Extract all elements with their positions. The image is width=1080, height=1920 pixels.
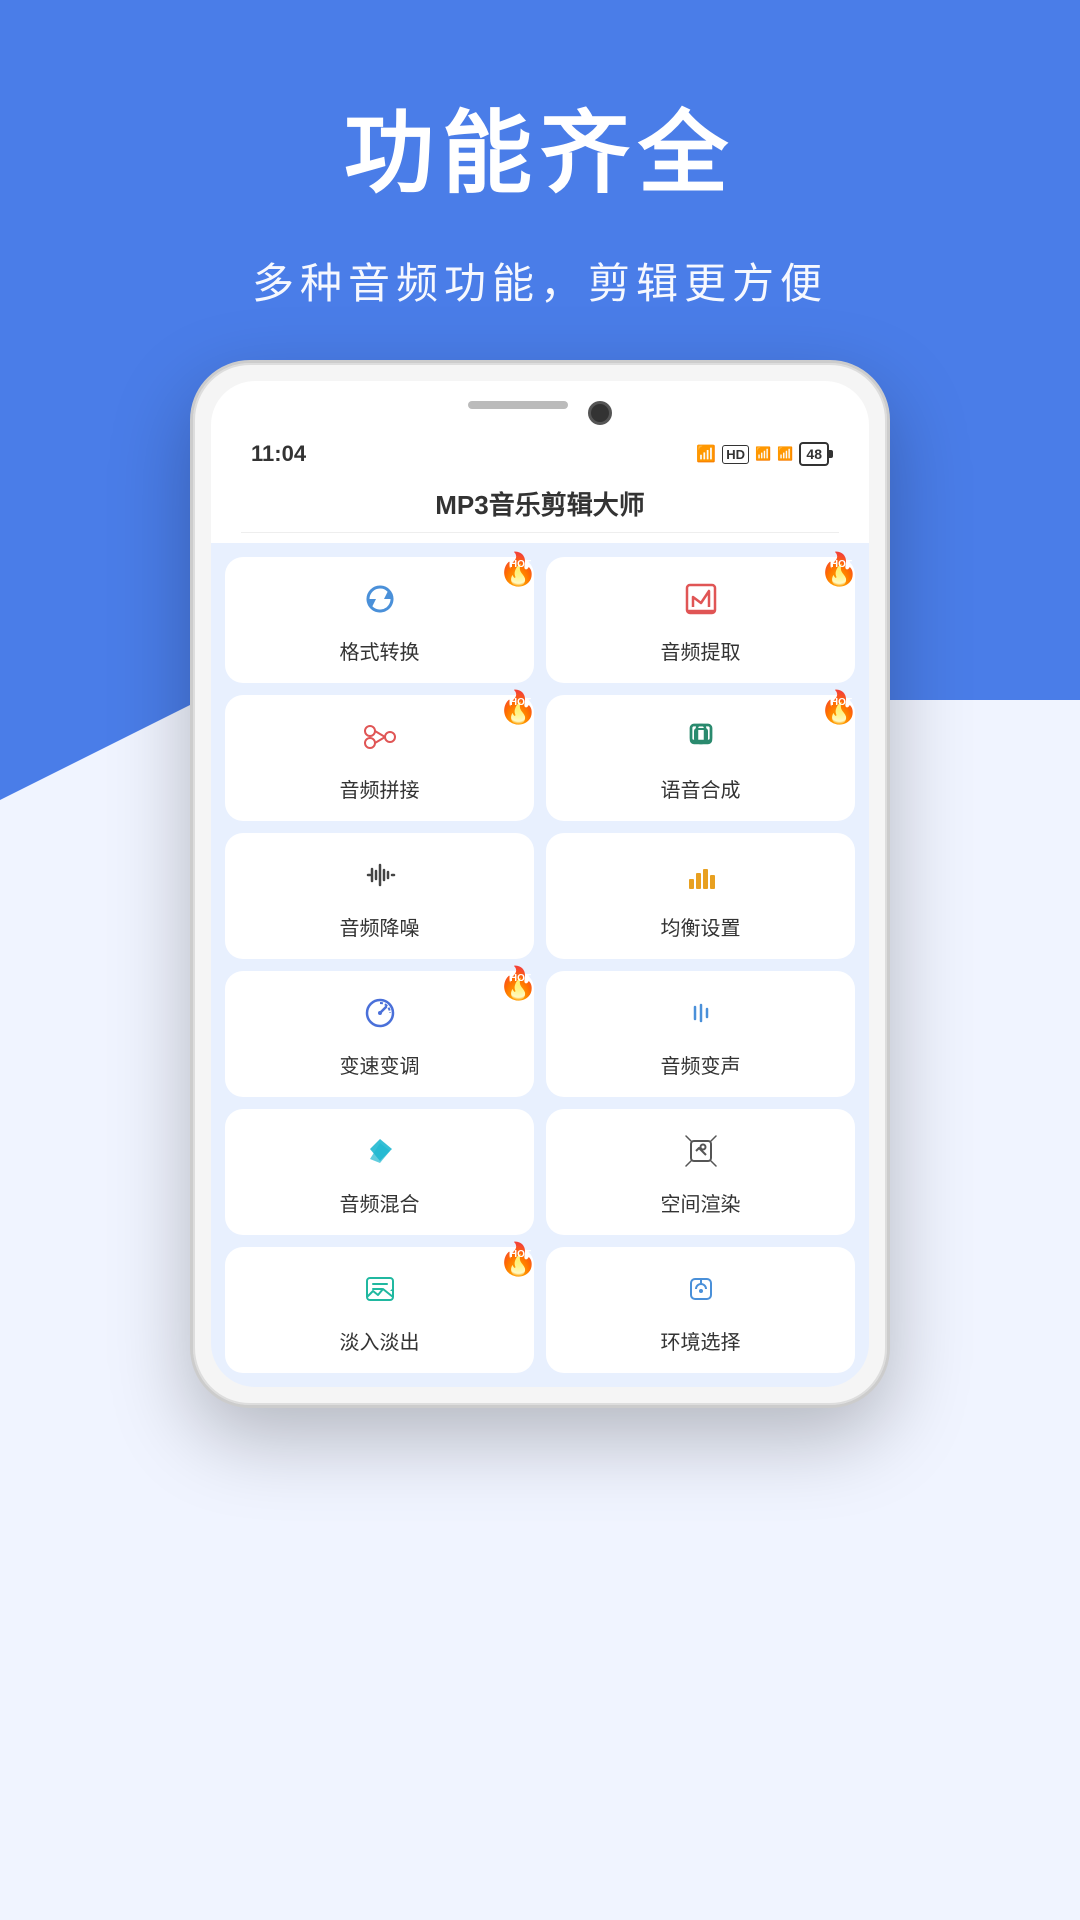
splice-icon <box>360 717 400 764</box>
speaker-grille <box>468 401 568 409</box>
pitch-icon <box>681 993 721 1040</box>
mix-label: 音频混合 <box>340 1188 420 1217</box>
feature-card-denoise[interactable]: 音频降噪 <box>225 833 534 959</box>
feature-card-extract[interactable]: 🔥 HOT 音频提取 <box>546 557 855 683</box>
env-label: 环境选择 <box>661 1326 741 1355</box>
feature-grid: 🔥 HOT 格式转换 🔥 HOT <box>225 557 855 1373</box>
fade-icon <box>360 1269 400 1316</box>
status-time: 11:04 <box>251 441 306 467</box>
hot-text-fade: HOT <box>510 1249 531 1260</box>
speed-icon <box>360 993 400 1040</box>
phone-shell: 11:04 📶 HD 📶 📶 48 MP3音乐剪辑大师 🔥 HOT <box>190 360 890 1408</box>
feature-card-spatial[interactable]: 空间渲染 <box>546 1109 855 1235</box>
feature-card-pitch[interactable]: 音频变声 <box>546 971 855 1097</box>
spatial-icon <box>681 1131 721 1178</box>
signal-icon: 📶 <box>755 446 771 462</box>
mix-icon <box>360 1131 400 1178</box>
camera-dot <box>588 401 612 425</box>
tts-icon <box>681 717 721 764</box>
feature-card-format[interactable]: 🔥 HOT 格式转换 <box>225 557 534 683</box>
equalizer-icon <box>681 855 721 902</box>
phone-notch-area: 11:04 📶 HD 📶 📶 48 MP3音乐剪辑大师 <box>211 381 869 543</box>
header-area: 功能齐全 多种音频功能，剪辑更方便 <box>0 80 1080 311</box>
feature-card-fade[interactable]: 🔥 HOT 淡入淡出 <box>225 1247 534 1373</box>
phone-mockup: 11:04 📶 HD 📶 📶 48 MP3音乐剪辑大师 🔥 HOT <box>190 360 890 1408</box>
feature-card-equalizer[interactable]: 均衡设置 <box>546 833 855 959</box>
hot-text-tts: HOT <box>831 697 852 708</box>
feature-card-speed[interactable]: 🔥 HOT 变速变调 <box>225 971 534 1097</box>
tts-label: 语音合成 <box>661 774 741 803</box>
app-title: MP3音乐剪辑大师 <box>241 471 839 533</box>
format-icon <box>360 579 400 626</box>
hot-text-format: HOT <box>510 559 531 570</box>
feature-card-env[interactable]: 环境选择 <box>546 1247 855 1373</box>
feature-card-mix[interactable]: 音频混合 <box>225 1109 534 1235</box>
speed-label: 变速变调 <box>340 1050 420 1079</box>
battery-icon: 48 <box>799 442 829 466</box>
main-title: 功能齐全 <box>0 80 1080 210</box>
status-icons: 📶 HD 📶 📶 48 <box>696 442 829 466</box>
hot-text-extract: HOT <box>831 559 852 570</box>
denoise-icon <box>360 855 400 902</box>
hot-text-splice: HOT <box>510 697 531 708</box>
status-bar: 11:04 📶 HD 📶 📶 48 <box>241 437 839 471</box>
phone-screen: 🔥 HOT 格式转换 🔥 HOT <box>211 543 869 1387</box>
hd-badge: HD <box>722 445 749 464</box>
pitch-label: 音频变声 <box>661 1050 741 1079</box>
sub-title: 多种音频功能，剪辑更方便 <box>0 250 1080 311</box>
signal-icon2: 📶 <box>777 446 793 462</box>
fade-label: 淡入淡出 <box>340 1326 420 1355</box>
extract-icon <box>681 579 721 626</box>
spatial-label: 空间渲染 <box>661 1188 741 1217</box>
wifi-icon: 📶 <box>696 444 716 464</box>
format-label: 格式转换 <box>340 636 420 665</box>
denoise-label: 音频降噪 <box>340 912 420 941</box>
phone-top-bar <box>241 401 839 425</box>
equalizer-label: 均衡设置 <box>661 912 741 941</box>
feature-card-tts[interactable]: 🔥 HOT 语音合成 <box>546 695 855 821</box>
extract-label: 音频提取 <box>661 636 741 665</box>
env-icon <box>681 1269 721 1316</box>
splice-label: 音频拼接 <box>340 774 420 803</box>
hot-text-speed: HOT <box>510 973 531 984</box>
feature-card-splice[interactable]: 🔥 HOT 音频拼接 <box>225 695 534 821</box>
